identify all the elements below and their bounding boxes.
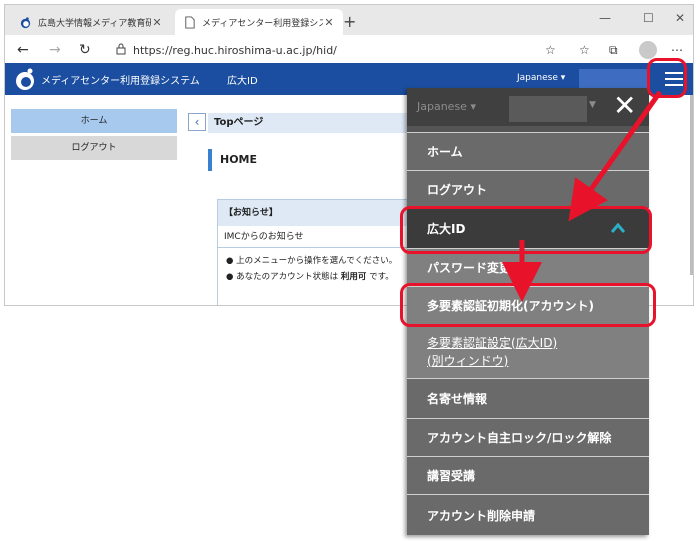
tab-bar: 広島大学情報メディア教育研究セン ✕ メディアセンター利用登録システム ✕ + … — [5, 5, 693, 35]
menu-item-label: 多要素認証設定(広大ID) — [427, 335, 558, 350]
sidebar-item-home[interactable]: ホーム — [11, 109, 177, 133]
menu-item-logout[interactable]: ログアウト — [407, 170, 649, 208]
menu-item-label: 名寄せ情報 — [427, 392, 488, 406]
menu-item-label: ホーム — [427, 145, 463, 159]
lock-icon — [116, 43, 126, 55]
favorites-list-icon[interactable]: ☆ — [579, 43, 590, 57]
more-options-icon[interactable]: ⋯ — [671, 43, 683, 57]
menu-item-label: アカウント自主ロック/ロック解除 — [427, 431, 612, 445]
notice-line: 上のメニューから操作を選んでください。 — [236, 256, 398, 266]
language-box[interactable] — [579, 69, 649, 89]
tab-title: メディアセンター利用登録システム — [202, 18, 323, 29]
menu-item-label: アカウント削除申請 — [427, 508, 536, 523]
new-tab-icon[interactable]: + — [343, 12, 356, 31]
nav-hid-link[interactable]: 広大ID — [227, 72, 258, 87]
menu-item-account-lock[interactable]: アカウント自主ロック/ロック解除 — [407, 418, 649, 456]
highlight-hid-item — [400, 206, 652, 254]
tab-imc[interactable]: 広島大学情報メディア教育研究セン ✕ — [11, 9, 171, 35]
menu-language-label: Japanese — [417, 100, 467, 113]
menu-item-training[interactable]: 講習受講 — [407, 456, 649, 494]
chevron-left-icon[interactable]: ‹ — [188, 113, 206, 131]
profile-avatar[interactable] — [639, 41, 657, 59]
status-badge: 利用可 — [340, 272, 367, 282]
highlight-menu-button — [647, 58, 687, 98]
menu-item-label: (別ウィンドウ) — [427, 353, 509, 368]
menu-item-account-deletion[interactable]: アカウント削除申請 — [407, 494, 649, 535]
notice-line: あなたのアカウント状態は — [236, 272, 339, 282]
sidebar-item-logout[interactable]: ログアウト — [11, 136, 177, 160]
menu-item-label: ログアウト — [427, 183, 488, 197]
site-logo-icon — [16, 68, 34, 90]
menu-item-mfa-settings[interactable]: 多要素認証設定(広大ID) (別ウィンドウ) — [407, 324, 649, 378]
menu-item-label: パスワード変更 — [427, 261, 512, 275]
menu-item-label: 講習受講 — [427, 469, 476, 483]
back-icon[interactable]: ← — [17, 42, 29, 58]
close-icon[interactable]: ✕ — [613, 90, 636, 122]
page-icon — [185, 15, 195, 29]
menu-language-box[interactable] — [509, 96, 587, 122]
language-select[interactable]: Japanese ▾ — [517, 73, 565, 83]
collections-icon[interactable]: ⧉ — [609, 43, 618, 58]
address-bar: ← → ↻ https://reg.huc.hiroshima-u.ac.jp/… — [5, 35, 693, 65]
minimize-icon[interactable]: — — [599, 11, 611, 25]
close-tab-icon[interactable]: ✕ — [151, 16, 163, 29]
menu-item-name-matching[interactable]: 名寄せ情報 — [407, 378, 649, 418]
maximize-icon[interactable]: ☐ — [643, 11, 654, 25]
refresh-icon[interactable]: ↻ — [79, 42, 91, 58]
site-title[interactable]: メディアセンター利用登録システム — [41, 72, 200, 87]
menu-item-home[interactable]: ホーム — [407, 132, 649, 170]
forward-icon[interactable]: → — [49, 42, 61, 58]
notice-line: です。 — [369, 272, 394, 282]
chevron-down-icon[interactable]: ▼ — [589, 100, 596, 110]
site-logo-icon — [20, 16, 31, 28]
sidebar: ホーム ログアウト — [11, 109, 177, 163]
language-label: Japanese — [517, 73, 558, 83]
url-field[interactable]: https://reg.huc.hiroshima-u.ac.jp/hid/ — [133, 44, 337, 57]
close-window-icon[interactable]: ✕ — [675, 11, 685, 25]
tab-title: 広島大学情報メディア教育研究セン — [38, 18, 151, 29]
tab-registration[interactable]: メディアセンター利用登録システム ✕ — [175, 9, 343, 35]
close-tab-icon[interactable]: ✕ — [323, 16, 335, 29]
favorite-star-icon[interactable]: ☆ — [545, 43, 556, 57]
scrollbar[interactable] — [690, 95, 693, 275]
menu-language-select[interactable]: Japanese ▾ — [417, 100, 476, 113]
highlight-mfa-reset-item — [400, 283, 656, 327]
menu-panel-header: Japanese ▾ ▼ ✕ — [407, 88, 649, 126]
